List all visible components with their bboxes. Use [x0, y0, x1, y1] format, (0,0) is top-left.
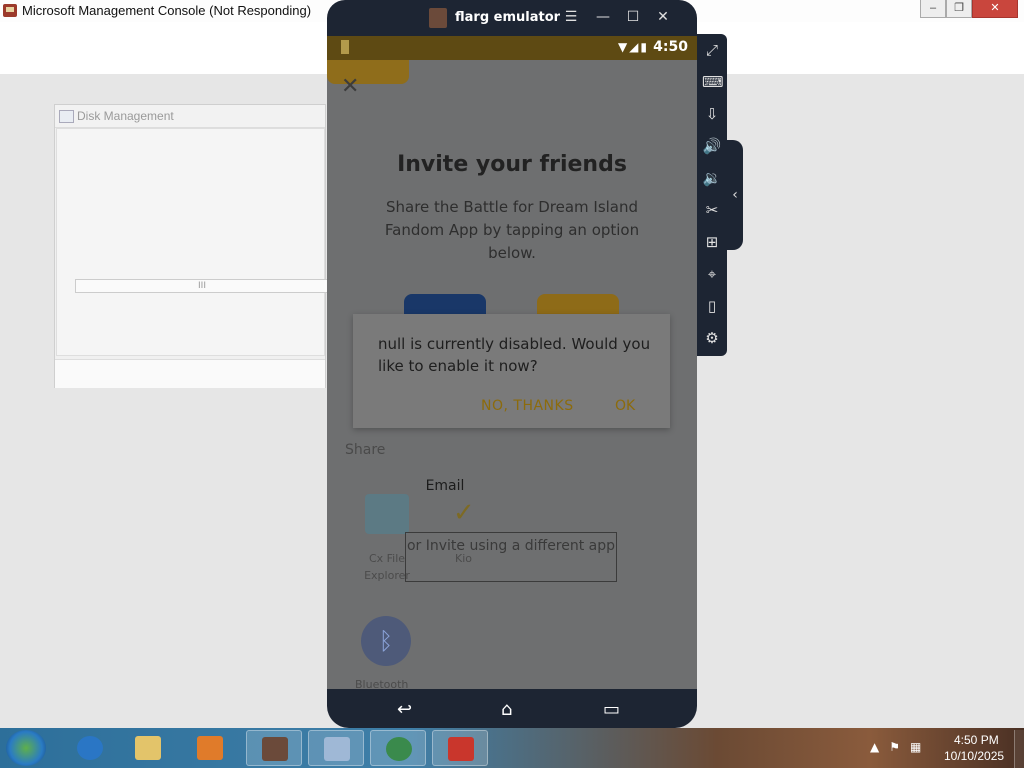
add-window-icon[interactable]: ⊞	[702, 232, 722, 252]
emulator-window: flarg emulator ☰ — ☐ ✕ ▼◢▮ 4:50 ✕ Invite…	[327, 0, 697, 728]
apk-install-icon[interactable]: ⇩	[702, 104, 722, 124]
android-statusbar: ▼◢▮ 4:50	[327, 36, 697, 60]
bluetooth-icon[interactable]: ᛒ	[361, 616, 411, 666]
settings-icon[interactable]: ⚙	[702, 328, 722, 348]
close-icon[interactable]: ✕	[341, 74, 359, 99]
share-sheet-title: Share	[345, 442, 386, 458]
minimize-button[interactable]: ‒	[920, 0, 946, 18]
recents-icon[interactable]: ▭	[603, 699, 620, 720]
page-subtitle: Share the Battle for Dream Island Fandom…	[384, 198, 640, 262]
status-time: 4:50	[653, 39, 688, 55]
mmc-icon	[324, 737, 350, 761]
taskbar-media[interactable]	[182, 730, 238, 766]
start-button[interactable]	[6, 730, 46, 766]
back-icon[interactable]: ↩	[397, 699, 412, 720]
emulator-logo-icon	[429, 8, 447, 28]
taskbar-explorer[interactable]	[120, 730, 176, 766]
android-navbar: ↩ ⌂ ▭	[327, 689, 697, 728]
scissors-icon[interactable]: ✂	[702, 200, 722, 220]
emulator-maximize-icon[interactable]: ☐	[623, 9, 643, 25]
emulator-title: flarg emulator	[455, 10, 561, 25]
clock-date[interactable]: 10/10/2025	[944, 749, 1004, 763]
close-button[interactable]: ✕	[972, 0, 1018, 18]
collapse-toolbar-button[interactable]: ‹	[727, 140, 743, 250]
folder-icon	[135, 736, 161, 760]
volume-down-icon[interactable]: 🔉	[702, 168, 722, 188]
emulator-close-icon[interactable]: ✕	[653, 9, 673, 25]
disk-management-statusbar	[55, 359, 325, 388]
invite-different-app-button[interactable]: or Invite using a different app	[405, 532, 617, 582]
disk-management-title-text: Disk Management	[77, 109, 174, 123]
mmc-window-title: Microsoft Management Console (Not Respon…	[22, 3, 312, 18]
taskbar-toolbox[interactable]	[432, 730, 488, 766]
taskbar-ie[interactable]	[62, 730, 118, 766]
dialog-message: null is currently disabled. Would you li…	[378, 335, 651, 375]
location-icon[interactable]: ⌖	[702, 264, 722, 284]
ok-button[interactable]: OK	[615, 398, 635, 414]
android-screen: ▼◢▮ 4:50 ✕ Invite your friends Share the…	[327, 36, 697, 689]
fullscreen-icon[interactable]: ⤢	[702, 40, 722, 60]
status-icons: ▼◢▮	[617, 40, 649, 54]
app-label-bluetooth: Bluetooth	[355, 678, 409, 689]
clock-time[interactable]: 4:50 PM	[954, 733, 999, 747]
shake-icon[interactable]: ▯	[702, 296, 722, 316]
keyboard-icon[interactable]: ⌨	[702, 72, 724, 92]
emulator-menu-icon[interactable]: ☰	[561, 9, 581, 25]
toolbox-icon	[448, 737, 474, 761]
folder-icon[interactable]	[365, 494, 409, 534]
emulator-minimize-icon[interactable]: —	[593, 9, 613, 25]
taskbar-flarg[interactable]	[246, 730, 302, 766]
internet-explorer-icon	[77, 736, 103, 760]
disk-management-body: III	[56, 128, 329, 356]
disk-management-window: Disk Management III	[54, 104, 329, 388]
horizontal-scrollbar[interactable]: III	[75, 279, 329, 293]
home-icon[interactable]: ⌂	[501, 699, 512, 720]
mmc-app-icon	[3, 4, 17, 17]
page-title: Invite your friends	[397, 152, 627, 177]
enable-dialog: null is currently disabled. Would you li…	[353, 314, 670, 428]
kio-icon[interactable]: ✓	[453, 498, 485, 530]
system-tray-icons[interactable]: ▲⚑▦	[870, 740, 931, 754]
emulator-icon	[262, 737, 288, 761]
maximize-button[interactable]: ❐	[946, 0, 972, 18]
email-label: Email	[425, 478, 465, 494]
emulator-side-toolbar: ⤢ ⌨ ⇩ 🔊 🔉 ✂ ⊞ ⌖ ▯ ⚙	[697, 34, 727, 356]
taskbar-app[interactable]	[370, 730, 426, 766]
taskbar-mmc[interactable]	[308, 730, 364, 766]
disk-management-icon	[59, 110, 74, 123]
volume-up-icon[interactable]: 🔊	[702, 136, 722, 156]
no-thanks-button[interactable]: NO, THANKS	[481, 398, 574, 414]
emulator-titlebar[interactable]: flarg emulator ☰ — ☐ ✕	[327, 0, 697, 36]
disk-management-title: Disk Management	[55, 105, 325, 128]
media-player-icon	[197, 736, 223, 760]
app-icon	[386, 737, 412, 761]
notification-icon	[341, 40, 349, 54]
show-desktop-button[interactable]	[1014, 730, 1024, 768]
